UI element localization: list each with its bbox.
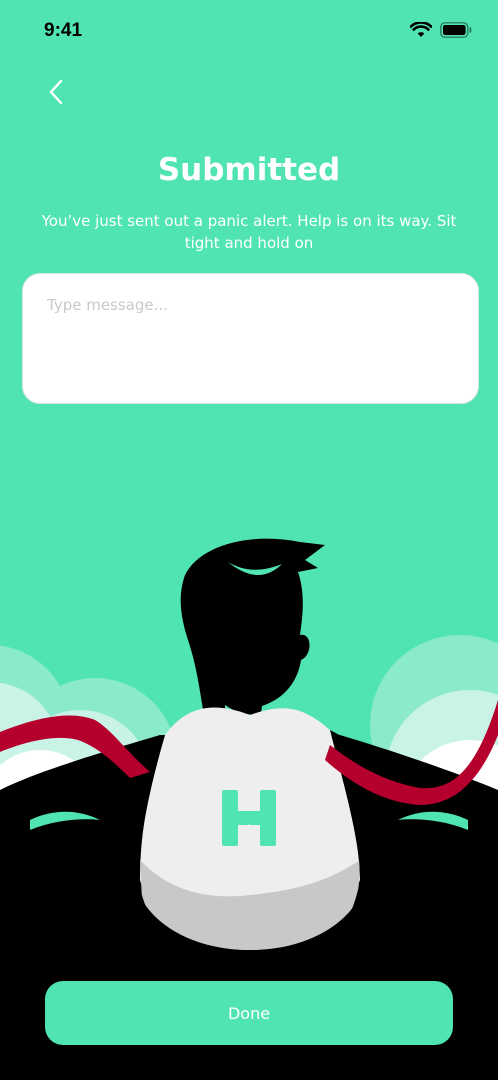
message-box <box>22 273 479 404</box>
page-title: Submitted <box>157 152 341 188</box>
wifi-icon <box>410 22 432 37</box>
status-bar: 9:41 <box>0 0 498 64</box>
status-icons <box>410 22 472 38</box>
page-subtitle: You’ve just sent out a panic alert. Help… <box>41 212 457 252</box>
done-button[interactable]: Done <box>45 981 453 1045</box>
status-time: 9:41 <box>44 20 83 41</box>
battery-icon <box>440 22 472 38</box>
back-button[interactable] <box>40 72 76 112</box>
chevron-left-icon <box>49 79 63 105</box>
message-input[interactable] <box>23 274 478 403</box>
